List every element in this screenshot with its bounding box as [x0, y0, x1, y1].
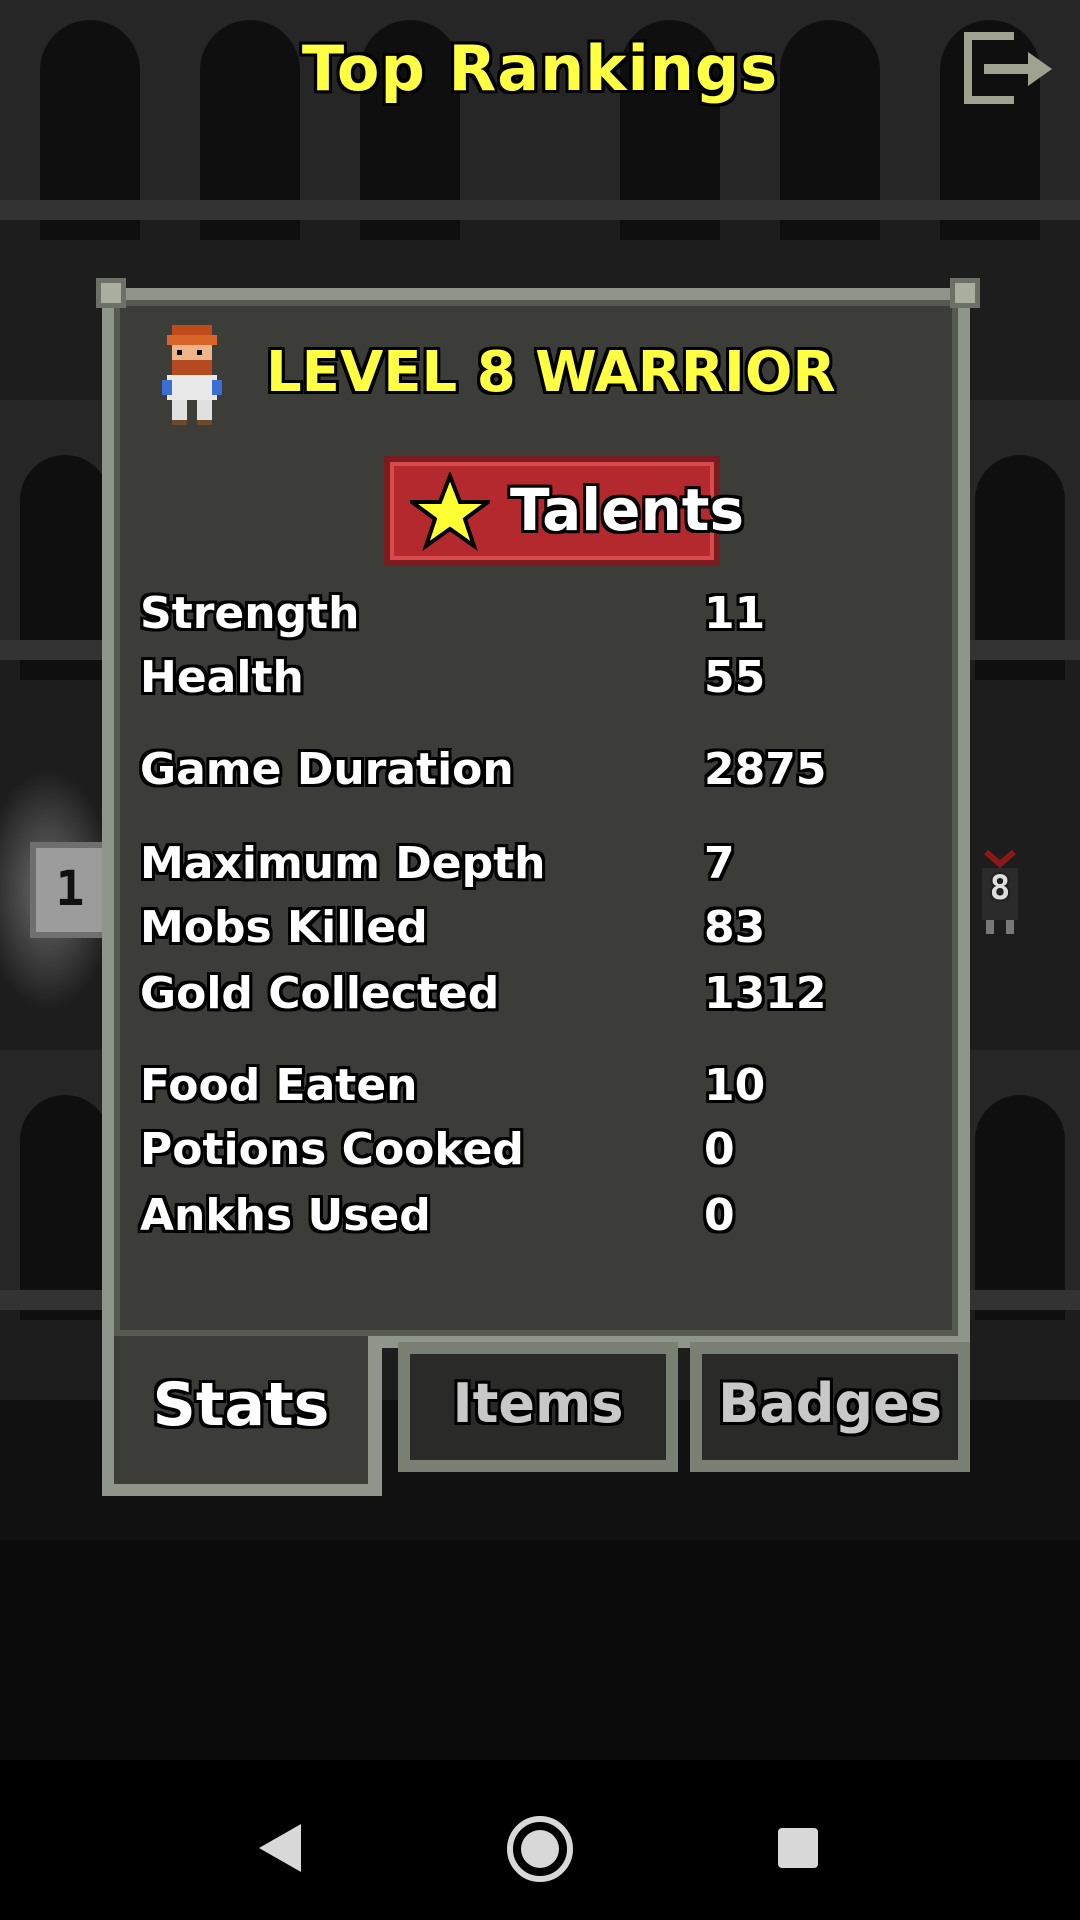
stat-value: 83 — [704, 902, 766, 953]
nav-home-button[interactable] — [505, 1814, 575, 1884]
stat-row-food-eaten: Food Eaten 10 — [140, 1060, 960, 1116]
rank-right-number: 8 — [989, 868, 1011, 908]
stat-label: Food Eaten — [140, 1060, 418, 1111]
stat-label: Mobs Killed — [140, 902, 428, 953]
warrior-portrait-icon — [152, 320, 232, 430]
nav-back-button[interactable] — [255, 1820, 305, 1876]
talents-label: Talents — [510, 476, 744, 544]
stat-label: Ankhs Used — [140, 1190, 431, 1241]
home-circle-icon — [507, 1816, 573, 1882]
ranking-record-panel — [102, 288, 970, 1348]
rank-marker-left[interactable]: 1 — [30, 842, 110, 938]
stat-row-potions-cooked: Potions Cooked 0 — [140, 1124, 960, 1180]
stat-value: 0 — [704, 1124, 735, 1175]
stat-row-maximum-depth: Maximum Depth 7 — [140, 838, 960, 894]
star-icon — [410, 472, 490, 552]
stat-row-gold-collected: Gold Collected 1312 — [140, 968, 960, 1024]
stat-value: 0 — [704, 1190, 735, 1241]
tab-badges[interactable]: Badges — [690, 1342, 970, 1472]
stat-value: 11 — [704, 588, 766, 639]
stat-value: 7 — [704, 838, 735, 889]
stat-label: Maximum Depth — [140, 838, 546, 889]
stat-label: Potions Cooked — [140, 1124, 524, 1175]
stat-value: 55 — [704, 652, 766, 703]
recent-apps-square-icon — [778, 1828, 818, 1868]
stat-row-ankhs-used: Ankhs Used 0 — [140, 1190, 960, 1246]
tab-stats[interactable]: Stats — [102, 1336, 382, 1496]
exit-icon — [964, 32, 1052, 104]
tab-items[interactable]: Items — [398, 1342, 678, 1472]
hero-title: LEVEL 8 WARRIOR — [266, 340, 836, 405]
stat-label: Health — [140, 652, 304, 703]
stat-value: 1312 — [704, 968, 827, 1019]
stat-value: 2875 — [704, 744, 827, 795]
stat-row-health: Health 55 — [140, 652, 960, 708]
panel-corner-decoration — [950, 278, 980, 308]
page-title: Top Rankings — [301, 32, 779, 105]
panel-corner-decoration — [96, 278, 126, 308]
game-screen: Top Rankings 1 8 LEVEL 8 WARRIOR Talents… — [0, 0, 1080, 1920]
rank-marker-right[interactable]: 8 — [976, 848, 1024, 938]
stat-row-strength: Strength 11 — [140, 588, 960, 644]
stat-row-game-duration: Game Duration 2875 — [140, 744, 960, 800]
exit-button[interactable] — [962, 30, 1058, 110]
nav-recent-apps-button[interactable] — [776, 1826, 820, 1870]
stat-label: Strength — [140, 588, 360, 639]
stat-row-mobs-killed: Mobs Killed 83 — [140, 902, 960, 958]
back-triangle-icon — [259, 1824, 301, 1872]
stat-label: Gold Collected — [140, 968, 500, 1019]
talents-button[interactable]: Talents — [384, 456, 744, 566]
stat-label: Game Duration — [140, 744, 514, 795]
stat-value: 10 — [704, 1060, 766, 1111]
